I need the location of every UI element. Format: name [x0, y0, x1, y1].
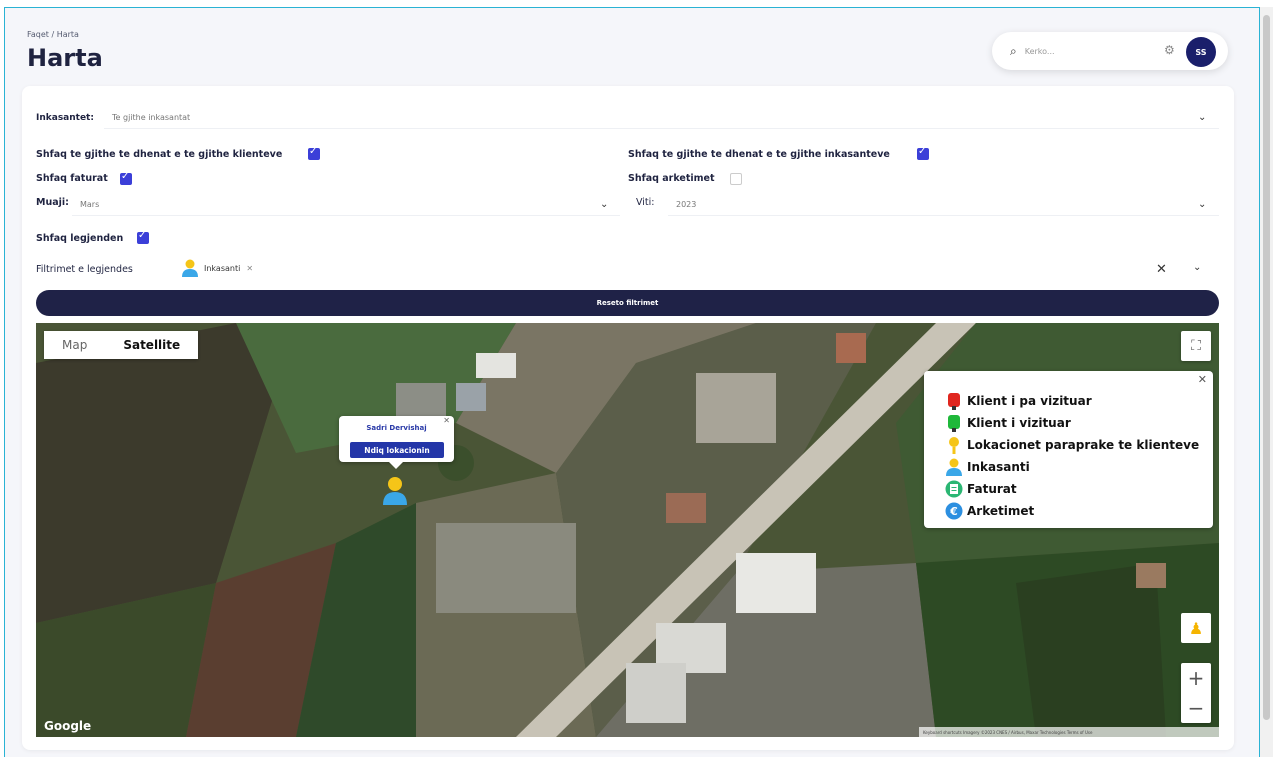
map-type-map-button[interactable]: Map — [44, 331, 105, 359]
legend-label: Faturat — [967, 482, 1017, 496]
legend-label: Inkasanti — [967, 460, 1030, 474]
person-icon — [180, 258, 200, 278]
zoom-control: + − — [1181, 663, 1211, 723]
avatar[interactable]: SS — [1186, 37, 1216, 67]
legend-item: Lokacionet paraprake te klienteve — [944, 435, 1199, 455]
street-view-pegman-icon[interactable]: ♟ — [1181, 613, 1211, 643]
clear-icon[interactable]: ✕ — [1156, 262, 1167, 277]
invoice-icon — [944, 479, 964, 499]
legend-label: Arketimet — [967, 504, 1035, 518]
zoom-in-button[interactable]: + — [1181, 663, 1211, 693]
top-bar: ⌕ Kerko... ⚙ SS — [992, 32, 1228, 70]
breadcrumb: Faqet / Harta — [27, 30, 79, 39]
page-title: Harta — [27, 44, 103, 72]
satellite-map[interactable]: Map Satellite ⛶ Sadri Dervishaj Ndiq lok… — [36, 323, 1219, 737]
fullscreen-icon[interactable]: ⛶ — [1181, 331, 1211, 361]
show-legend-label: Shfaq legjenden — [36, 233, 124, 244]
legend-item: Faturat — [944, 479, 1017, 499]
month-select[interactable]: Mars — [72, 194, 620, 216]
legend-item: Inkasanti — [944, 457, 1030, 477]
legend-item: Klient i pa vizituar — [944, 391, 1092, 411]
show-receipts-label: Shfaq arketimet — [628, 173, 715, 184]
inkasant-marker[interactable] — [381, 475, 409, 505]
legend-label: Klient i pa vizituar — [967, 394, 1092, 408]
legend-filter-chip[interactable]: Inkasanti ✕ — [180, 258, 253, 278]
year-select[interactable]: 2023 — [668, 194, 1219, 216]
chevron-down-icon[interactable]: ⌄ — [1193, 262, 1201, 273]
legend-close-icon[interactable]: ✕ — [1198, 373, 1207, 386]
settings-icon[interactable]: ⚙ — [1164, 43, 1175, 57]
inkasantet-label: Inkasantet: — [36, 113, 94, 123]
map-legend: ✕ Klient i pa vizituar Klient i vizituar… — [924, 371, 1213, 528]
search-placeholder: Kerko... — [1024, 46, 1055, 56]
search-icon: ⌕ — [1010, 43, 1017, 58]
chevron-down-icon[interactable]: ⌄ — [1198, 199, 1206, 210]
show-receipts-checkbox[interactable] — [730, 173, 742, 185]
show-invoices-label: Shfaq faturat — [36, 173, 108, 184]
inkasantet-select[interactable]: Te gjithe inkasantat — [104, 107, 1219, 129]
show-all-inkasants-label: Shfaq te gjithe te dhenat e te gjithe in… — [628, 149, 890, 160]
zoom-out-button[interactable]: − — [1181, 693, 1211, 723]
yellow-pin-icon — [944, 435, 964, 455]
legend-filter-chip-label: Inkasanti — [204, 263, 241, 273]
svg-text:€: € — [949, 505, 958, 518]
person-icon — [944, 457, 964, 477]
euro-icon: € — [944, 501, 964, 521]
popup-close-icon[interactable]: ✕ — [443, 416, 450, 425]
show-all-inkasants-checkbox[interactable] — [917, 146, 929, 160]
month-label: Muaji: — [36, 197, 69, 208]
year-label: Viti: — [636, 197, 655, 208]
red-pin-icon — [944, 391, 964, 411]
marker-popup: Sadri Dervishaj Ndiq lokacionin ✕ — [339, 416, 454, 469]
reset-filters-button[interactable]: Reseto filtrimet — [36, 290, 1219, 316]
google-logo: Google — [44, 719, 92, 733]
show-all-clients-label: Shfaq te gjithe te dhenat e te gjithe kl… — [36, 149, 283, 160]
chip-close-icon[interactable]: ✕ — [246, 264, 253, 273]
map-attribution[interactable]: Keyboard shortcuts Imagery ©2023 CNES / … — [919, 727, 1219, 737]
show-invoices-checkbox[interactable] — [120, 171, 132, 185]
map-type-toggle: Map Satellite — [44, 331, 199, 359]
legend-label: Lokacionet paraprake te klienteve — [967, 438, 1200, 452]
show-legend-checkbox[interactable] — [137, 230, 149, 244]
chevron-down-icon[interactable]: ⌄ — [1198, 112, 1206, 123]
page-scrollbar[interactable] — [1260, 7, 1273, 757]
green-pin-icon — [944, 413, 964, 433]
map-type-satellite-button[interactable]: Satellite — [105, 331, 198, 359]
person-icon — [383, 477, 407, 505]
legend-label: Klient i vizituar — [967, 416, 1071, 430]
legend-item: € Arketimet — [944, 501, 1034, 521]
scrollbar-thumb[interactable] — [1263, 15, 1270, 720]
legend-item: Klient i vizituar — [944, 413, 1071, 433]
legend-filters-label: Filtrimet e legjendes — [36, 264, 133, 275]
search-input[interactable]: ⌕ Kerko... — [1000, 38, 1160, 64]
follow-location-button[interactable]: Ndiq lokacionin — [350, 442, 444, 458]
chevron-down-icon[interactable]: ⌄ — [600, 199, 608, 210]
popup-name: Sadri Dervishaj — [366, 424, 427, 432]
show-all-clients-checkbox[interactable] — [308, 146, 320, 160]
